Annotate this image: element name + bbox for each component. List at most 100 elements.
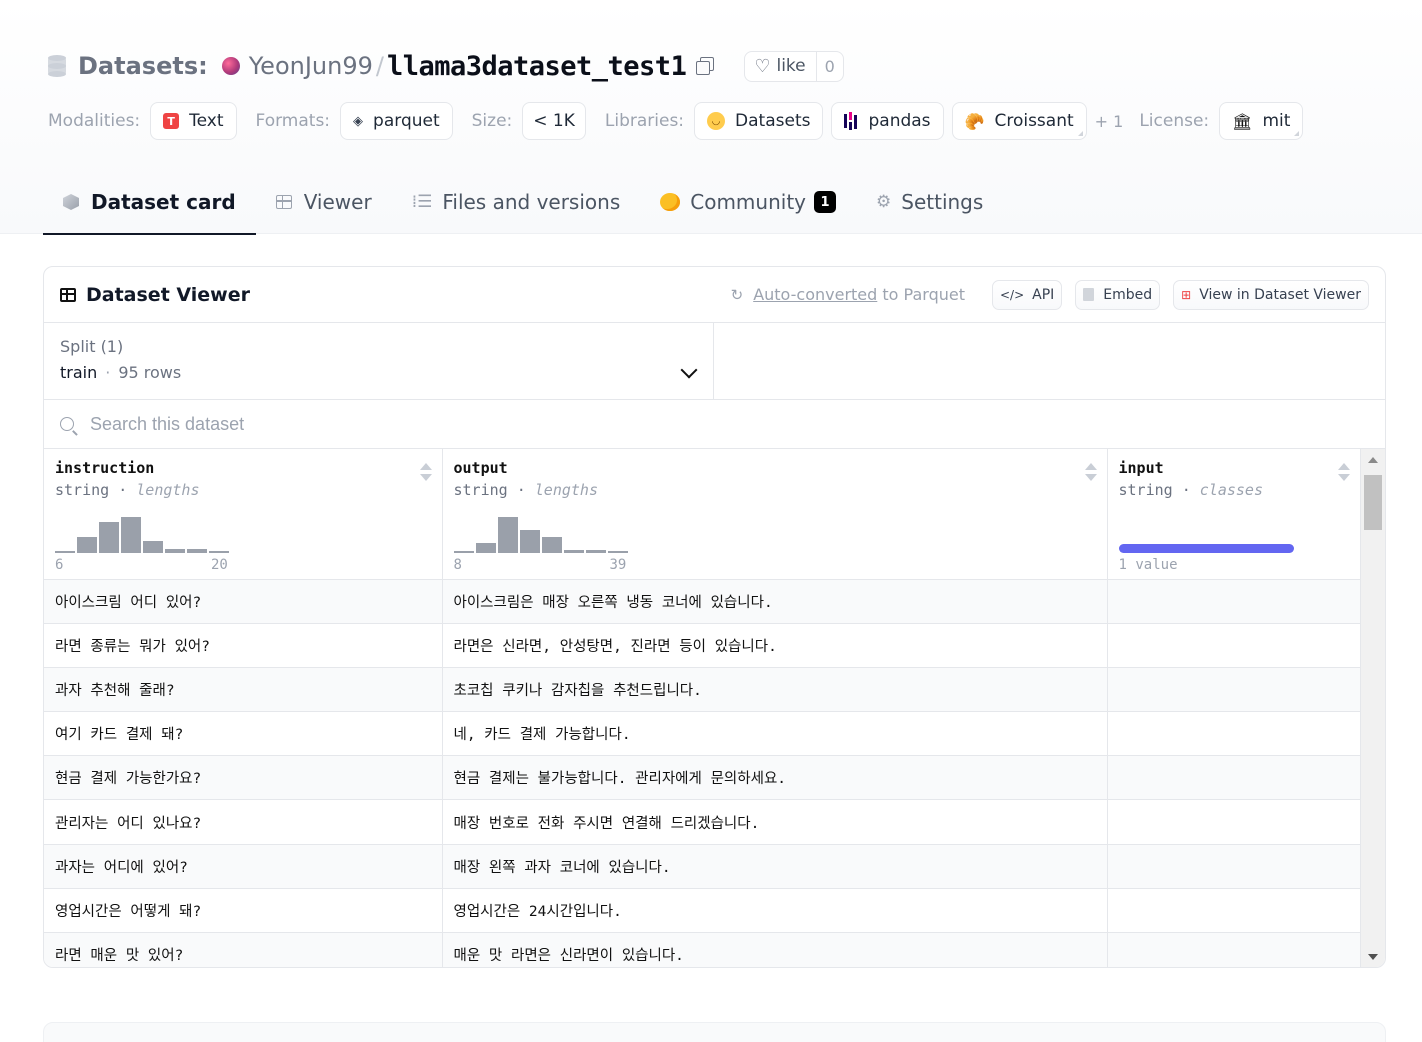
histogram-bar[interactable] (55, 551, 75, 553)
histogram-bar[interactable] (187, 549, 207, 553)
histogram-bar[interactable] (77, 537, 97, 553)
table-cell-output[interactable]: 아이스크림은 매장 오른쪽 냉동 코너에 있습니다. (442, 579, 1108, 624)
library-chip-croissant[interactable]: 🥐 Croissant (951, 102, 1087, 140)
table-cell-instruction[interactable]: 과자 추천해 줄래? (44, 667, 443, 713)
view-label: View in Dataset Viewer (1199, 286, 1361, 303)
format-chip-parquet[interactable]: ◈ parquet (340, 102, 453, 140)
table-cell-output[interactable]: 초코칩 쿠키나 감자칩을 추천드립니다. (442, 667, 1108, 713)
histogram-bar[interactable] (585, 550, 606, 553)
table-row[interactable]: 라면 매운 맛 있어? 매운 맛 라면은 신라면이 있습니다. (44, 932, 1360, 967)
tab-settings[interactable]: ⚙ Settings (856, 170, 1003, 234)
viewer-title-text: Dataset Viewer (86, 283, 250, 306)
tab-viewer[interactable]: Viewer (256, 170, 392, 234)
table-cell-instruction[interactable]: 관리자는 어디 있나요? (44, 799, 443, 845)
like-button[interactable]: ♡ like 0 (744, 50, 844, 82)
length-histogram[interactable] (453, 515, 630, 553)
format-label: parquet (373, 111, 440, 131)
table-cell-output[interactable]: 매장 왼쪽 과자 코너에 있습니다. (442, 844, 1108, 889)
table-row[interactable]: 관리자는 어디 있나요? 매장 번호로 전화 주시면 연결해 드리겠습니다. (44, 799, 1360, 845)
table-cell-instruction[interactable]: 여기 카드 결제 돼? (44, 711, 443, 757)
column-header-instruction[interactable]: instruction string · lengths 6 20 (44, 449, 443, 580)
modalities-label: Modalities: (48, 111, 141, 131)
table-cell-output[interactable]: 라면은 신라면, 안성탕면, 진라면 등이 있습니다. (442, 623, 1108, 668)
column-header-output[interactable]: output string · lengths 8 39 (442, 449, 1108, 580)
table-row[interactable]: 아이스크림 어디 있어? 아이스크림은 매장 오른쪽 냉동 코너에 있습니다. (44, 579, 1360, 624)
histogram-bar[interactable] (475, 543, 496, 553)
sort-icon[interactable] (419, 463, 432, 481)
user-link[interactable]: YeonJun99 (249, 52, 373, 80)
tab-files-and-versions[interactable]: ⁞☰ Files and versions (392, 170, 641, 234)
view-in-dataset-viewer-button[interactable]: ⊞ View in Dataset Viewer (1173, 279, 1369, 310)
histogram-bar[interactable] (607, 551, 628, 553)
split-selector[interactable]: Split (1) train · 95 rows (44, 323, 714, 399)
table-cell-input[interactable] (1107, 711, 1360, 757)
scroll-down-arrow-icon[interactable] (1368, 954, 1378, 960)
like-count[interactable]: 0 (815, 51, 843, 81)
more-libraries[interactable]: + 1 (1095, 112, 1124, 131)
histogram-bar[interactable] (563, 550, 584, 553)
table-cell-output[interactable]: 영업시간은 24시간입니다. (442, 888, 1108, 934)
histogram-bar[interactable] (121, 517, 141, 553)
embed-button[interactable]: Embed (1075, 279, 1161, 310)
table-row[interactable]: 과자 추천해 줄래? 초코칩 쿠키나 감자칩을 추천드립니다. (44, 667, 1360, 713)
table-cell-instruction[interactable]: 과자는 어디에 있어? (44, 844, 443, 889)
viewer-header: Dataset Viewer ↻ Auto-converted to Parqu… (44, 267, 1385, 323)
user-avatar[interactable] (221, 57, 240, 75)
table-cell-instruction[interactable]: 라면 종류는 뭐가 있어? (44, 623, 443, 668)
histogram-bar[interactable] (541, 537, 562, 553)
table-cell-input[interactable] (1107, 623, 1360, 668)
library-chip-pandas[interactable]: pandas (831, 102, 944, 140)
modality-chip-text[interactable]: T Text (150, 102, 237, 140)
table-cell-input[interactable] (1107, 667, 1360, 713)
table-row[interactable]: 여기 카드 결제 돼? 네, 카드 결제 가능합니다. (44, 711, 1360, 757)
table-cell-instruction[interactable]: 영업시간은 어떻게 돼? (44, 888, 443, 934)
repo-name[interactable]: llama3dataset_test1 (387, 51, 687, 82)
histogram-bar[interactable] (497, 517, 518, 553)
table-cell-instruction[interactable]: 아이스크림 어디 있어? (44, 579, 443, 624)
auto-converted-link[interactable]: Auto-converted (753, 285, 877, 304)
sort-icon[interactable] (1338, 463, 1350, 481)
table-cell-instruction[interactable]: 현금 결제 가능한가요? (44, 755, 443, 801)
search-input[interactable] (90, 413, 690, 435)
table-cell-output[interactable]: 네, 카드 결제 가능합니다. (442, 711, 1108, 757)
copy-icon[interactable] (696, 57, 715, 75)
histogram-bar[interactable] (99, 522, 119, 553)
scroll-up-arrow-icon[interactable] (1368, 457, 1378, 463)
table-cell-instruction[interactable]: 라면 매운 맛 있어? (44, 932, 443, 967)
class-distribution-bar[interactable] (1118, 544, 1294, 553)
license-chip[interactable]: 🏛 mit (1219, 102, 1304, 140)
tab-dataset-card[interactable]: Dataset card (43, 170, 256, 235)
table-cell-input[interactable] (1107, 844, 1360, 889)
library-chip-datasets[interactable]: ◡ Datasets (694, 102, 824, 140)
table-cell-input[interactable] (1107, 888, 1360, 934)
table-cell-input[interactable] (1107, 932, 1360, 967)
length-histogram[interactable] (55, 515, 231, 553)
table-cell-input[interactable] (1107, 799, 1360, 845)
table-row[interactable]: 과자는 어디에 있어? 매장 왼쪽 과자 코너에 있습니다. (44, 844, 1360, 889)
table-cell-output[interactable]: 매운 맛 라면은 신라면이 있습니다. (442, 932, 1108, 967)
data-table: instruction string · lengths 6 20 output… (44, 449, 1360, 967)
vertical-scrollbar[interactable] (1360, 449, 1385, 967)
table-cell-input[interactable] (1107, 579, 1360, 624)
tab-community[interactable]: Community 1 (640, 170, 856, 234)
sort-icon[interactable] (1084, 463, 1097, 481)
library-label: pandas (868, 111, 931, 131)
histogram-bar[interactable] (209, 551, 229, 553)
api-button[interactable]: </> API (991, 279, 1063, 310)
table-row[interactable]: 라면 종류는 뭐가 있어? 라면은 신라면, 안성탕면, 진라면 등이 있습니다. (44, 623, 1360, 668)
histogram-min: 8 (453, 557, 462, 573)
column-header-input[interactable]: input string · classes 1 value (1107, 449, 1360, 580)
table-row[interactable]: 영업시간은 어떻게 돼? 영업시간은 24시간입니다. (44, 888, 1360, 934)
scrollbar-thumb[interactable] (1364, 475, 1382, 530)
histogram-bar[interactable] (519, 530, 540, 553)
histogram-bar[interactable] (165, 549, 185, 553)
table-cell-output[interactable]: 현금 결제는 불가능합니다. 관리자에게 문의하세요. (442, 755, 1108, 801)
histogram-bar[interactable] (453, 551, 474, 553)
histogram-bar[interactable] (143, 541, 163, 553)
table-row[interactable]: 현금 결제 가능한가요? 현금 결제는 불가능합니다. 관리자에게 문의하세요. (44, 755, 1360, 801)
datasets-prefix[interactable]: Datasets: (78, 52, 208, 80)
table-cell-input[interactable] (1107, 755, 1360, 801)
license-label: License: (1139, 111, 1210, 131)
size-chip[interactable]: < 1K (522, 102, 586, 140)
table-cell-output[interactable]: 매장 번호로 전화 주시면 연결해 드리겠습니다. (442, 799, 1108, 845)
